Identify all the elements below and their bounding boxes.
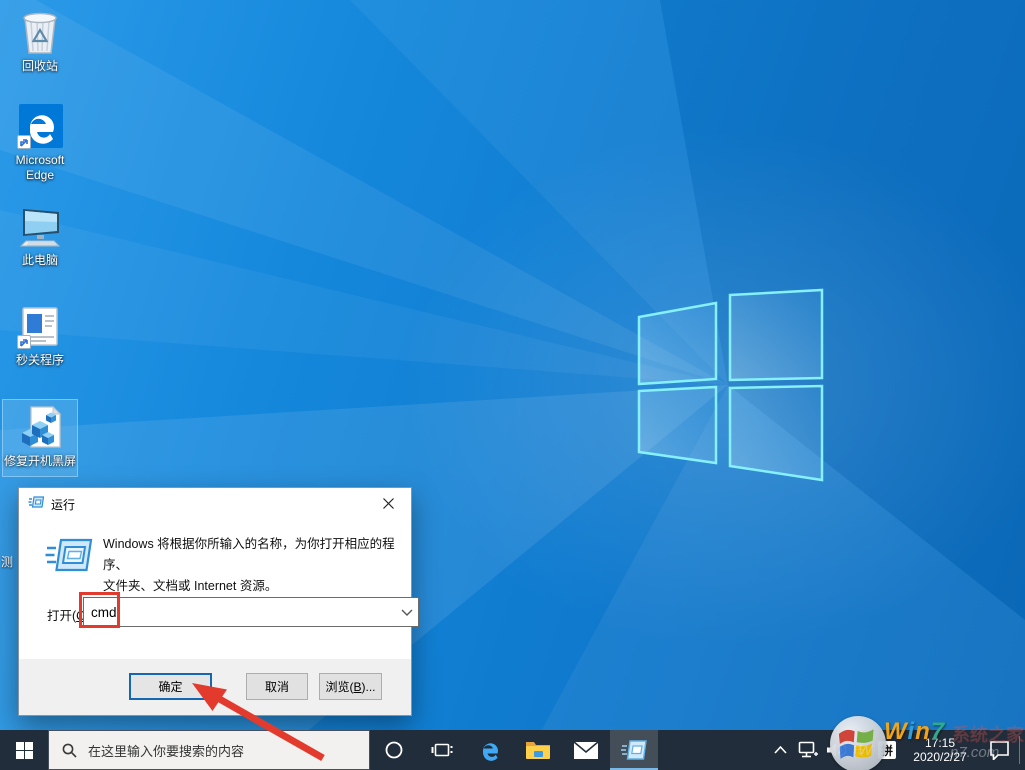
run-dialog: 运行 Windows 将根据你所输入的名称，为你打开相应的程序、 文件夹、文档或…: [18, 487, 412, 716]
desktop-icon-microsoft-edge[interactable]: Microsoft Edge: [2, 102, 78, 183]
search-placeholder: 在这里输入你要搜索的内容: [88, 741, 244, 760]
tray-network-button[interactable]: [794, 730, 822, 770]
show-desktop-divider[interactable]: [1019, 736, 1020, 764]
tray-expand-button[interactable]: [768, 730, 792, 770]
run-dialog-message: Windows 将根据你所输入的名称，为你打开相应的程序、 文件夹、文档或 In…: [103, 534, 405, 597]
windows-desktop: 回收站 Microsoft Edge: [0, 0, 1025, 770]
edge-icon: [16, 102, 64, 150]
cortana-button[interactable]: [370, 730, 418, 770]
folder-icon: [525, 739, 551, 761]
desktop-icon-label-line1: Microsoft: [2, 153, 78, 168]
tray-clock[interactable]: 17:15 2020/2/27: [900, 730, 980, 770]
start-button[interactable]: [0, 730, 48, 770]
task-view-button[interactable]: [418, 730, 466, 770]
shortcut-arrow-badge: [17, 135, 31, 149]
clock-date: 2020/2/27: [913, 750, 966, 764]
task-view-icon: [431, 741, 453, 759]
run-icon: [621, 739, 647, 761]
run-dialog-titlebar[interactable]: 运行: [19, 488, 411, 518]
network-icon: [797, 740, 819, 760]
tray-language-indicator[interactable]: 英: [850, 730, 868, 770]
program-window-icon: [16, 302, 64, 350]
desktop-icon-partially-hidden[interactable]: 测: [1, 553, 17, 570]
ok-button[interactable]: 确定: [129, 673, 212, 700]
open-combobox[interactable]: [83, 597, 419, 627]
taskbar-mail-button[interactable]: [562, 730, 610, 770]
chevron-up-icon: [774, 746, 787, 754]
windows-start-icon: [16, 742, 33, 759]
tray-volume-button[interactable]: [822, 730, 848, 770]
taskbar-search-box[interactable]: 在这里输入你要搜索的内容: [48, 730, 370, 770]
desktop-icon-quick-close-program[interactable]: 秒关程序: [2, 302, 78, 368]
desktop-icon-label: 此电脑: [2, 253, 78, 268]
action-center-button[interactable]: [984, 730, 1014, 770]
run-dialog-title: 运行: [51, 496, 75, 513]
desktop-icon-this-pc[interactable]: 此电脑: [2, 202, 78, 268]
run-icon-large: [45, 537, 93, 573]
registry-file-icon: [16, 403, 64, 451]
notification-icon: [989, 740, 1010, 760]
annotation-rect-cmd: [79, 592, 120, 628]
clock-time: 17:15: [925, 736, 955, 750]
taskbar-file-explorer-button[interactable]: [514, 730, 562, 770]
taskbar-run-button-active[interactable]: [610, 730, 658, 770]
run-icon-small: [28, 495, 44, 509]
desktop-icon-recycle-bin[interactable]: 回收站: [2, 8, 78, 74]
desktop-icon-label: 回收站: [2, 59, 78, 74]
taskbar: 在这里输入你要搜索的内容: [0, 730, 1025, 770]
this-pc-icon: [16, 202, 64, 250]
cancel-button[interactable]: 取消: [246, 673, 308, 700]
mail-icon: [573, 741, 599, 760]
taskbar-edge-button[interactable]: [466, 730, 514, 770]
cortana-icon: [384, 740, 404, 760]
recycle-bin-icon: [16, 8, 64, 56]
open-input[interactable]: [84, 598, 396, 626]
edge-icon: [477, 737, 503, 763]
volume-icon: [825, 741, 846, 759]
desktop-icon-fix-black-screen[interactable]: 修复开机黑屏: [2, 399, 78, 477]
close-icon[interactable]: [366, 488, 411, 518]
desktop-icon-label-line2: Edge: [2, 168, 78, 183]
browse-button[interactable]: 浏览(B)...: [319, 673, 382, 700]
search-icon: [62, 743, 77, 758]
desktop-icon-label: 秒关程序: [2, 353, 78, 368]
desktop-icon-label: 修复开机黑屏: [3, 454, 77, 469]
shortcut-arrow-badge: [17, 335, 31, 349]
chevron-down-icon[interactable]: [401, 609, 413, 616]
tray-ime-pinyin-indicator[interactable]: 拼: [876, 730, 898, 770]
